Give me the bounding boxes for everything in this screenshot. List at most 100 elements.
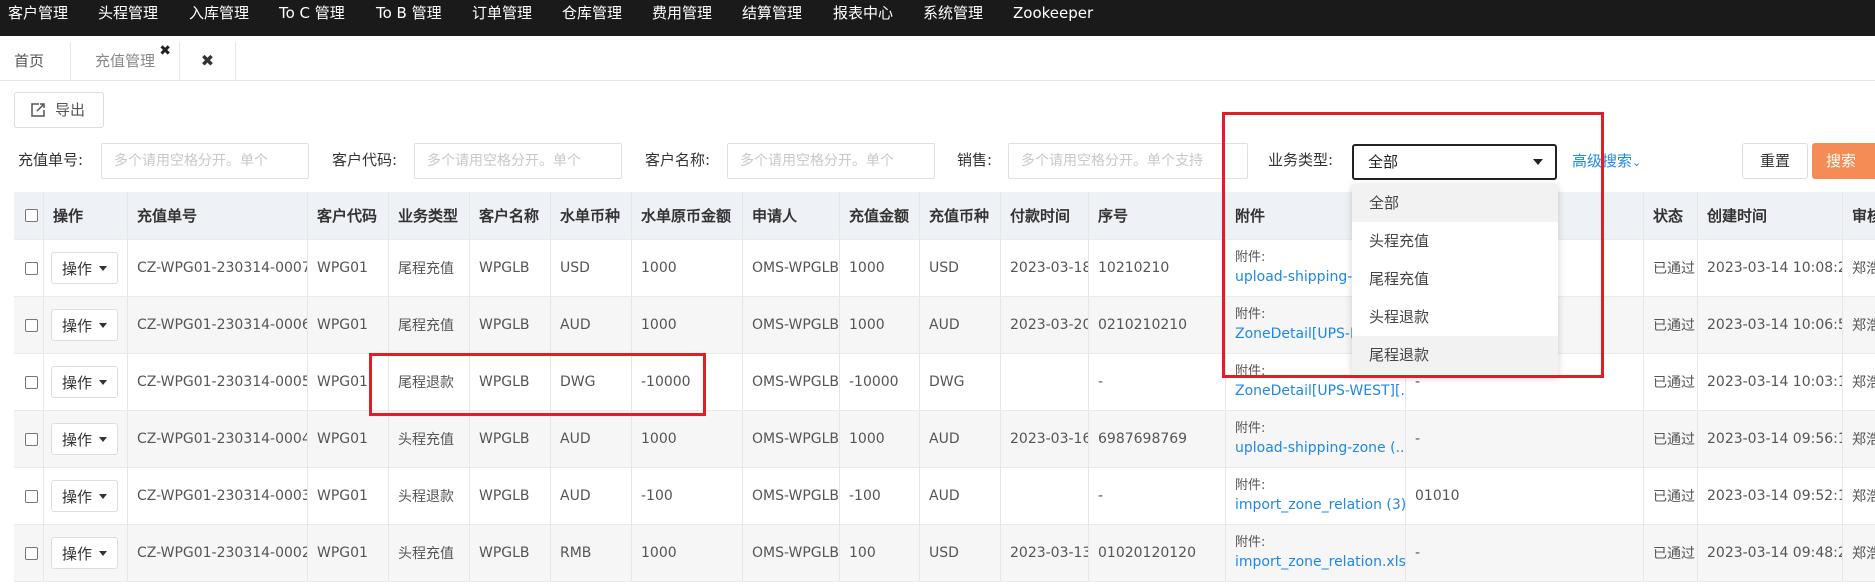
tab-home[interactable]: 首页 [0,42,70,80]
cell-slip-amount: 1000 [632,411,743,467]
cell-customer-name: WPGLB [470,240,551,296]
cell-slip-amount: 1000 [632,240,743,296]
attachment-label: 附件: [1235,535,1266,550]
header-cell: 付款时间 [1001,192,1089,239]
order-no-input[interactable]: 多个请用空格分开。单个 [101,143,309,179]
cell-applicant: OMS-WPGLB [743,240,840,296]
attachment-link[interactable]: upload-shipping-zone (... [1235,438,1405,458]
cell-charge-currency: DWG [920,354,1001,410]
attachment-link[interactable]: ZoneDetail[UPS-WEST][... [1235,381,1405,401]
nav-toc[interactable]: To C 管理 [279,0,345,26]
nav-settlement[interactable]: 结算管理 [742,0,802,26]
cell-customer-code: WPG01 [308,468,389,524]
close-icon[interactable]: ✖ [159,32,171,70]
nav-fees[interactable]: 费用管理 [652,0,712,26]
op-cell: 操作 [44,525,128,581]
tab-charge-management[interactable]: 充值管理 ✖ [70,42,180,80]
cell-applicant: OMS-WPGLB [743,468,840,524]
row-checkbox[interactable] [25,489,38,503]
select-all-checkbox[interactable] [25,209,38,222]
tab-charge-label: 充值管理 [94,52,155,70]
cell-charge-currency: AUD [920,468,1001,524]
nav-orders[interactable]: 订单管理 [472,0,532,26]
customer-name-input[interactable]: 多个请用空格分开。单个 [727,143,935,179]
caret-down-icon [99,379,108,385]
cell-charge-amount: 100 [840,525,920,581]
cell-serial-no: 6987698769 [1089,411,1226,467]
operation-button[interactable]: 操作 [51,366,119,398]
nav-inbound[interactable]: 入库管理 [189,0,249,26]
operation-button[interactable]: 操作 [51,537,119,569]
nav-reports[interactable]: 报表中心 [833,0,893,26]
operation-button[interactable]: 操作 [51,423,119,455]
cell-auditor: 郑浩 [1852,318,1875,334]
nav-warehouse[interactable]: 仓库管理 [562,0,622,26]
header-cell: 水单币种 [551,192,632,239]
nav-system[interactable]: 系统管理 [923,0,983,26]
cell-slip-currency: AUD [551,297,632,353]
cell-status: 已通过 [1644,297,1698,353]
cell-customer-name: WPGLB [470,297,551,353]
row-checkbox[interactable] [25,318,38,332]
cell-remark: - [1406,525,1644,581]
export-icon [31,103,45,117]
sales-input[interactable]: 多个请用空格分开。单个支持 [1008,143,1248,179]
annotation-box-dropdown [1222,112,1604,378]
row-checkbox[interactable] [25,546,38,560]
cell-pay-time: 2023-03-18 [1001,240,1089,296]
op-cell: 操作 [44,240,128,296]
export-button[interactable]: 导出 [14,92,104,128]
search-button[interactable]: 搜索 [1812,143,1875,179]
operation-label: 操作 [62,487,93,506]
cell-slip-currency: AUD [551,411,632,467]
table-row: 操作 CZ-WPG01-230314-0004 WPG01 头程充值 WPGLB AUD 1… [14,411,1875,468]
attachment-link[interactable]: import_zone_relation.xlsx [1235,552,1405,572]
cell-status: 已通过 [1644,468,1698,524]
op-cell: 操作 [44,297,128,353]
close-all-tabs-icon[interactable]: ✖ [180,42,236,80]
cell-applicant: OMS-WPGLB [743,525,840,581]
cell-slip-currency: AUD [551,468,632,524]
header-cell: 充值金额 [840,192,920,239]
header-cell: 客户代码 [308,192,389,239]
nav-tob[interactable]: To B 管理 [376,0,442,26]
nav-zookeeper[interactable]: Zookeeper [1013,0,1093,26]
cell-created-time: 2023-03-14 10:08:20 [1698,240,1843,296]
header-cell: 审核 [1852,207,1875,225]
row-checkbox-cell [14,297,44,353]
operation-button[interactable]: 操作 [51,309,119,341]
row-checkbox[interactable] [25,375,38,389]
nav-customer[interactable]: 客户管理 [8,0,68,26]
cell-serial-no: 0210210210 [1089,297,1226,353]
row-checkbox[interactable] [25,261,38,275]
cell-customer-name: WPGLB [470,468,551,524]
cell-biz-type: 头程充值 [389,525,470,581]
cell-biz-type: 头程充值 [389,411,470,467]
header-cell: 申请人 [743,192,840,239]
caret-down-icon [99,550,108,556]
header-cell: 充值单号 [128,192,308,239]
annotation-box-refund-row [369,353,706,416]
reset-button[interactable]: 重置 [1742,143,1808,179]
cell-customer-name: WPGLB [470,525,551,581]
caret-down-icon [99,436,108,442]
operation-label: 操作 [62,544,93,563]
cell-order-no: CZ-WPG01-230314-0007 [128,240,308,296]
nav-first-leg[interactable]: 头程管理 [98,0,158,26]
cell-slip-amount: -100 [632,468,743,524]
attachment-link[interactable]: import_zone_relation (3)... [1235,495,1405,515]
cell-created-time: 2023-03-14 10:06:59 [1698,297,1843,353]
operation-label: 操作 [62,316,93,335]
row-checkbox[interactable] [25,432,38,446]
cell-auditor: 郑浩 [1852,375,1875,391]
top-nav-bar: 客户管理 头程管理 入库管理 To C 管理 To B 管理 订单管理 仓库管理… [0,0,1875,36]
customer-code-input[interactable]: 多个请用空格分开。单个 [414,143,622,179]
header-cell: 创建时间 [1698,192,1843,239]
cell-pay-time [1001,468,1089,524]
operation-button[interactable]: 操作 [51,480,119,512]
operation-button[interactable]: 操作 [51,252,119,284]
export-label: 导出 [55,101,86,119]
row-checkbox-cell [14,411,44,467]
cell-biz-type: 尾程充值 [389,297,470,353]
customer-code-label: 客户代码: [332,151,398,169]
